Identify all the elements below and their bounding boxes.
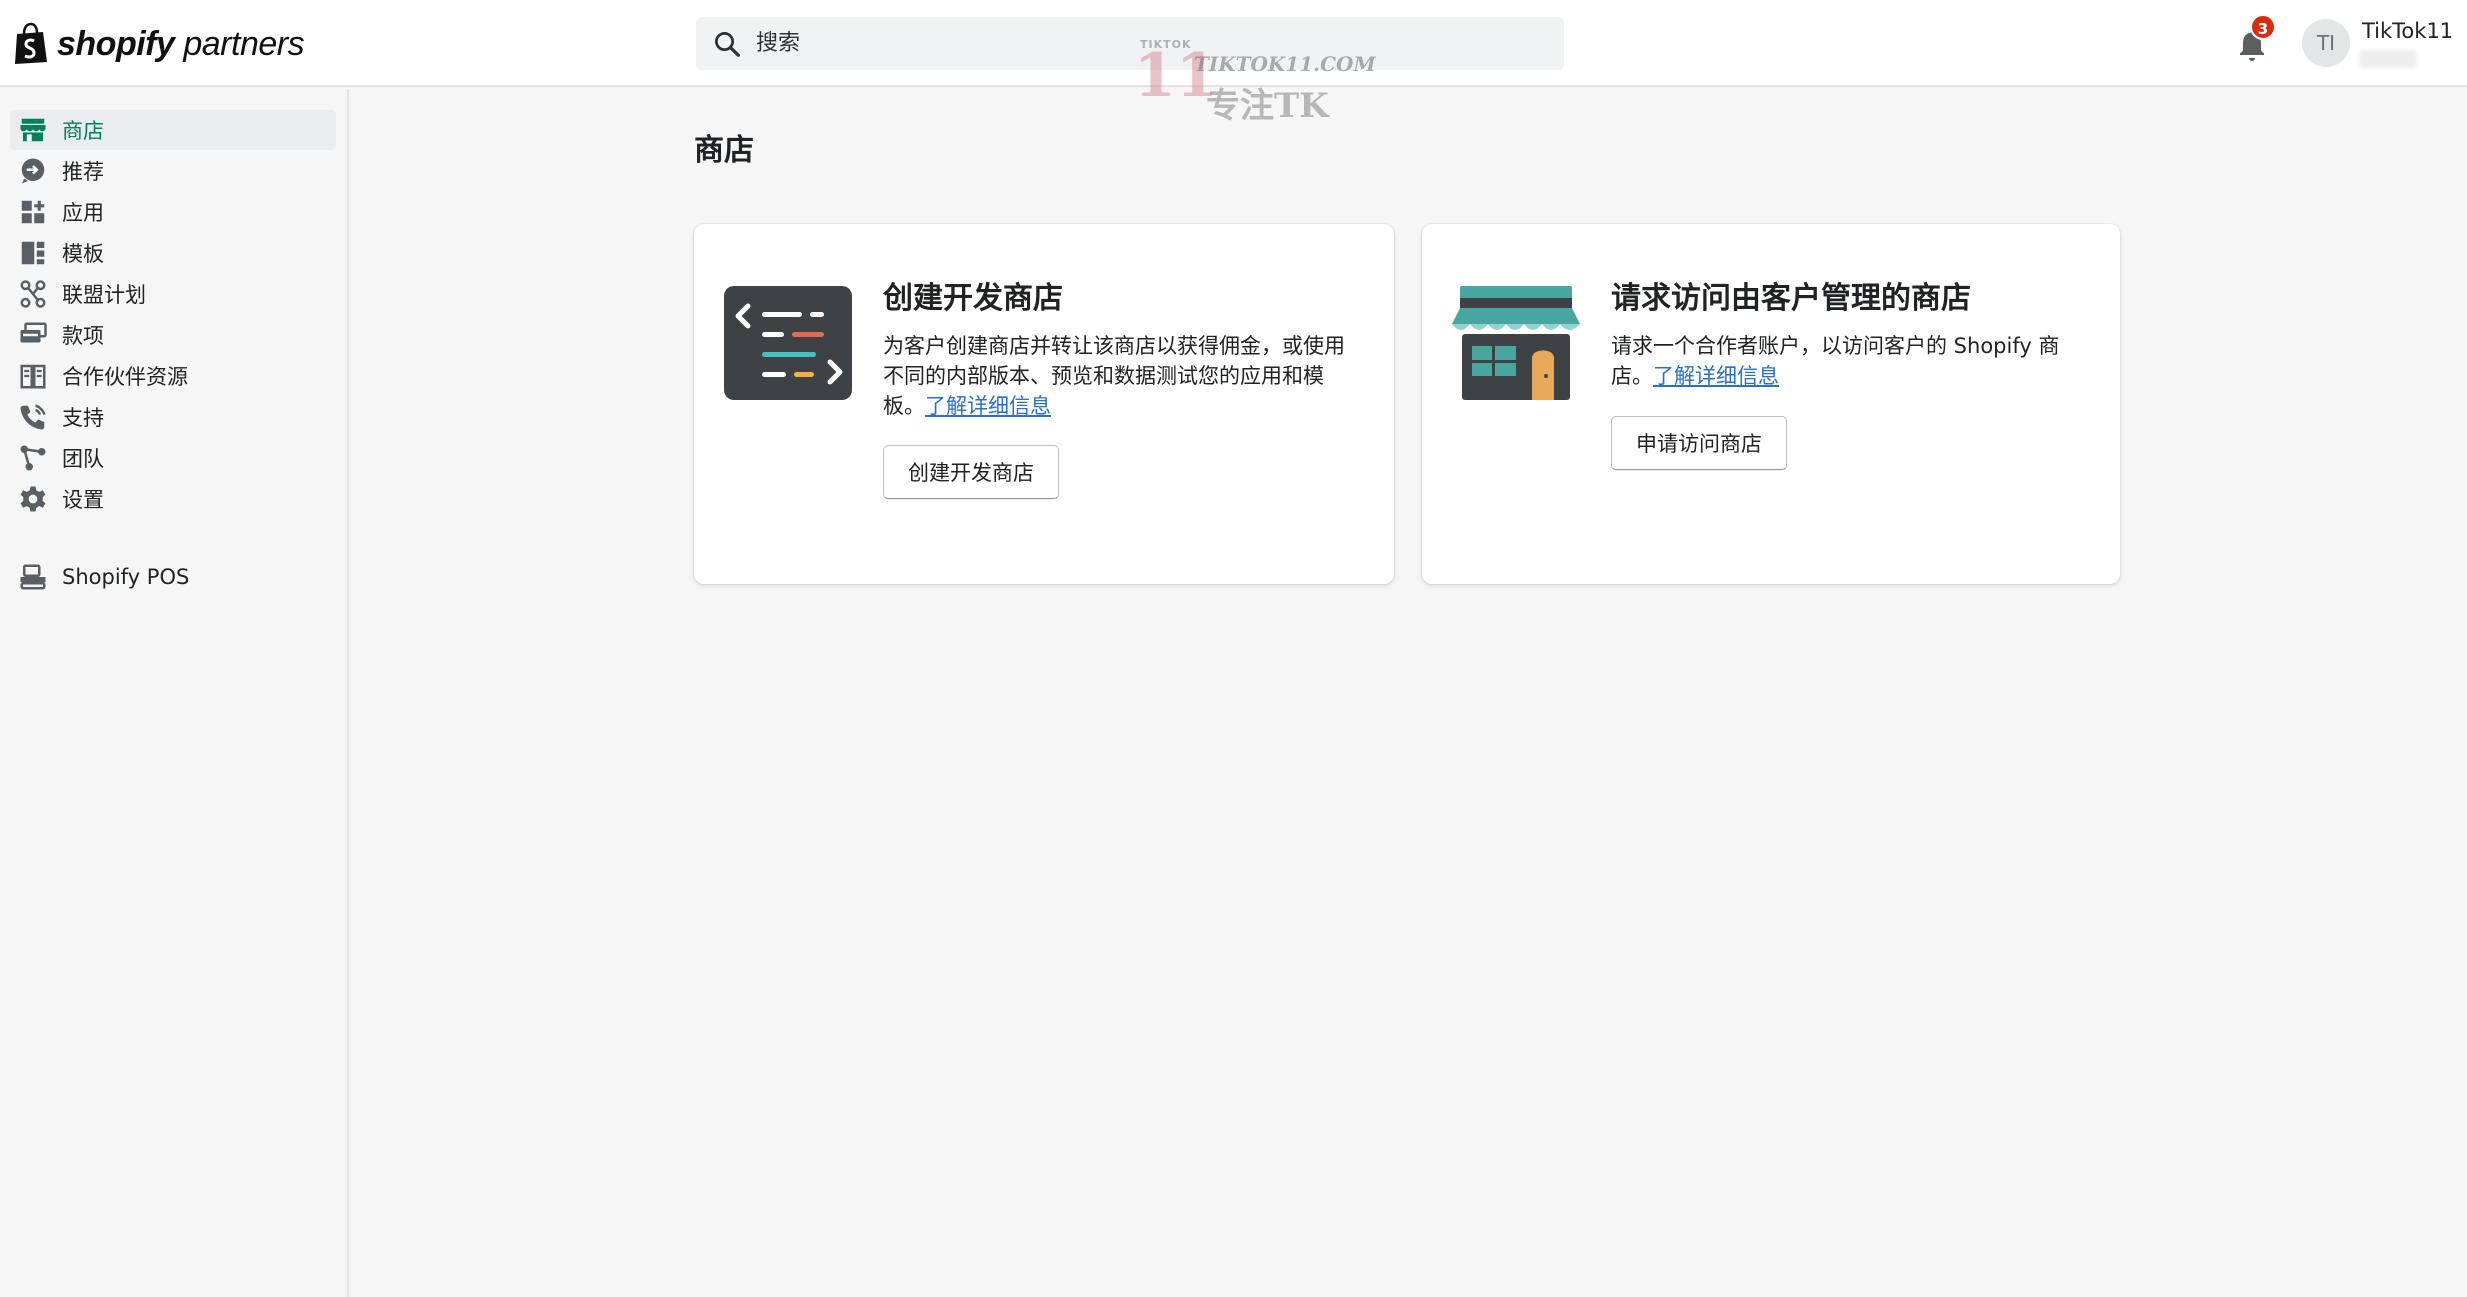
logo-wordmark: shopify partners <box>57 24 305 63</box>
sidebar-item-shopify-pos[interactable]: Shopify POS <box>10 557 336 597</box>
sidebar-item-support[interactable]: 支持 <box>10 397 336 437</box>
sidebar-item-resources[interactable]: 合作伙伴资源 <box>10 356 336 396</box>
referral-icon <box>21 158 45 184</box>
storefront-illustration <box>1452 286 1580 400</box>
search-input[interactable] <box>756 31 1536 56</box>
affiliate-icon <box>20 280 46 308</box>
sidebar-item-label: Shopify POS <box>62 565 190 589</box>
sidebar-item-payouts[interactable]: 款项 <box>10 315 336 355</box>
sidebar-item-themes[interactable]: 模板 <box>10 233 336 273</box>
sidebar-item-label: 合作伙伴资源 <box>62 365 188 389</box>
create-development-store-card: 创建开发商店 为客户创建商店并转让该商店以获得佣金，或使用不同的内部版本、预览和… <box>694 224 1394 584</box>
user-avatar[interactable]: TI <box>2302 19 2350 67</box>
learn-more-link[interactable]: 了解详细信息 <box>1653 364 1779 388</box>
code-editor-illustration <box>724 286 852 400</box>
user-subtitle-blurred <box>2360 50 2416 68</box>
search-bar[interactable] <box>696 17 1564 70</box>
page-title: 商店 <box>694 133 754 168</box>
top-bar: shopify partners 3 TI TikTok11 <box>0 0 2467 87</box>
notification-count-badge: 3 <box>2250 14 2276 40</box>
sidebar-item-label: 模板 <box>62 242 104 266</box>
sidebar-item-label: 团队 <box>62 447 104 471</box>
sidebar: 商店 推荐 应用 模板 联盟计划 款项 合作伙伴资源 支持 团队 设置 Shop… <box>0 89 349 1297</box>
pos-icon <box>20 564 46 590</box>
apps-icon <box>21 200 45 224</box>
request-store-access-button[interactable]: 申请访问商店 <box>1611 416 1787 470</box>
request-store-access-card: 请求访问由客户管理的商店 请求一个合作者账户，以访问客户的 Shopify 商店… <box>1422 224 2120 584</box>
sidebar-item-apps[interactable]: 应用 <box>10 192 336 232</box>
card-description: 为客户创建商店并转让该商店以获得佣金，或使用不同的内部版本、预览和数据测试您的应… <box>883 334 1345 418</box>
sidebar-item-team[interactable]: 团队 <box>10 438 336 478</box>
gear-icon <box>20 486 46 512</box>
card-description: 请求一个合作者账户，以访问客户的 Shopify 商店。了解详细信息 <box>1611 334 2060 388</box>
sidebar-item-label: 推荐 <box>62 160 104 184</box>
card-title: 请求访问由客户管理的商店 <box>1611 281 1971 316</box>
search-icon <box>715 31 740 57</box>
phone-icon <box>20 404 46 430</box>
sidebar-item-referrals[interactable]: 推荐 <box>10 151 336 191</box>
sidebar-item-label: 应用 <box>62 201 104 225</box>
card-title: 创建开发商店 <box>883 281 1063 316</box>
sidebar-item-label: 商店 <box>62 119 104 143</box>
notifications-button[interactable]: 3 <box>2234 14 2276 64</box>
sidebar-item-label: 款项 <box>62 324 104 348</box>
themes-icon <box>21 241 45 265</box>
sidebar-item-affiliate[interactable]: 联盟计划 <box>10 274 336 314</box>
create-development-store-button[interactable]: 创建开发商店 <box>883 445 1059 499</box>
shopify-bag-icon <box>15 22 47 64</box>
user-name[interactable]: TikTok11 <box>2362 19 2453 43</box>
shopify-partners-logo[interactable]: shopify partners <box>13 22 305 66</box>
sidebar-item-label: 设置 <box>62 488 104 512</box>
store-icon <box>20 118 46 142</box>
sidebar-item-label: 联盟计划 <box>62 283 146 307</box>
sidebar-item-settings[interactable]: 设置 <box>10 479 336 519</box>
resources-icon <box>20 364 46 389</box>
sidebar-item-stores[interactable]: 商店 <box>10 110 336 150</box>
payouts-icon <box>20 322 47 343</box>
learn-more-link[interactable]: 了解详细信息 <box>925 394 1051 418</box>
sidebar-item-label: 支持 <box>62 406 104 430</box>
team-icon <box>20 445 46 471</box>
